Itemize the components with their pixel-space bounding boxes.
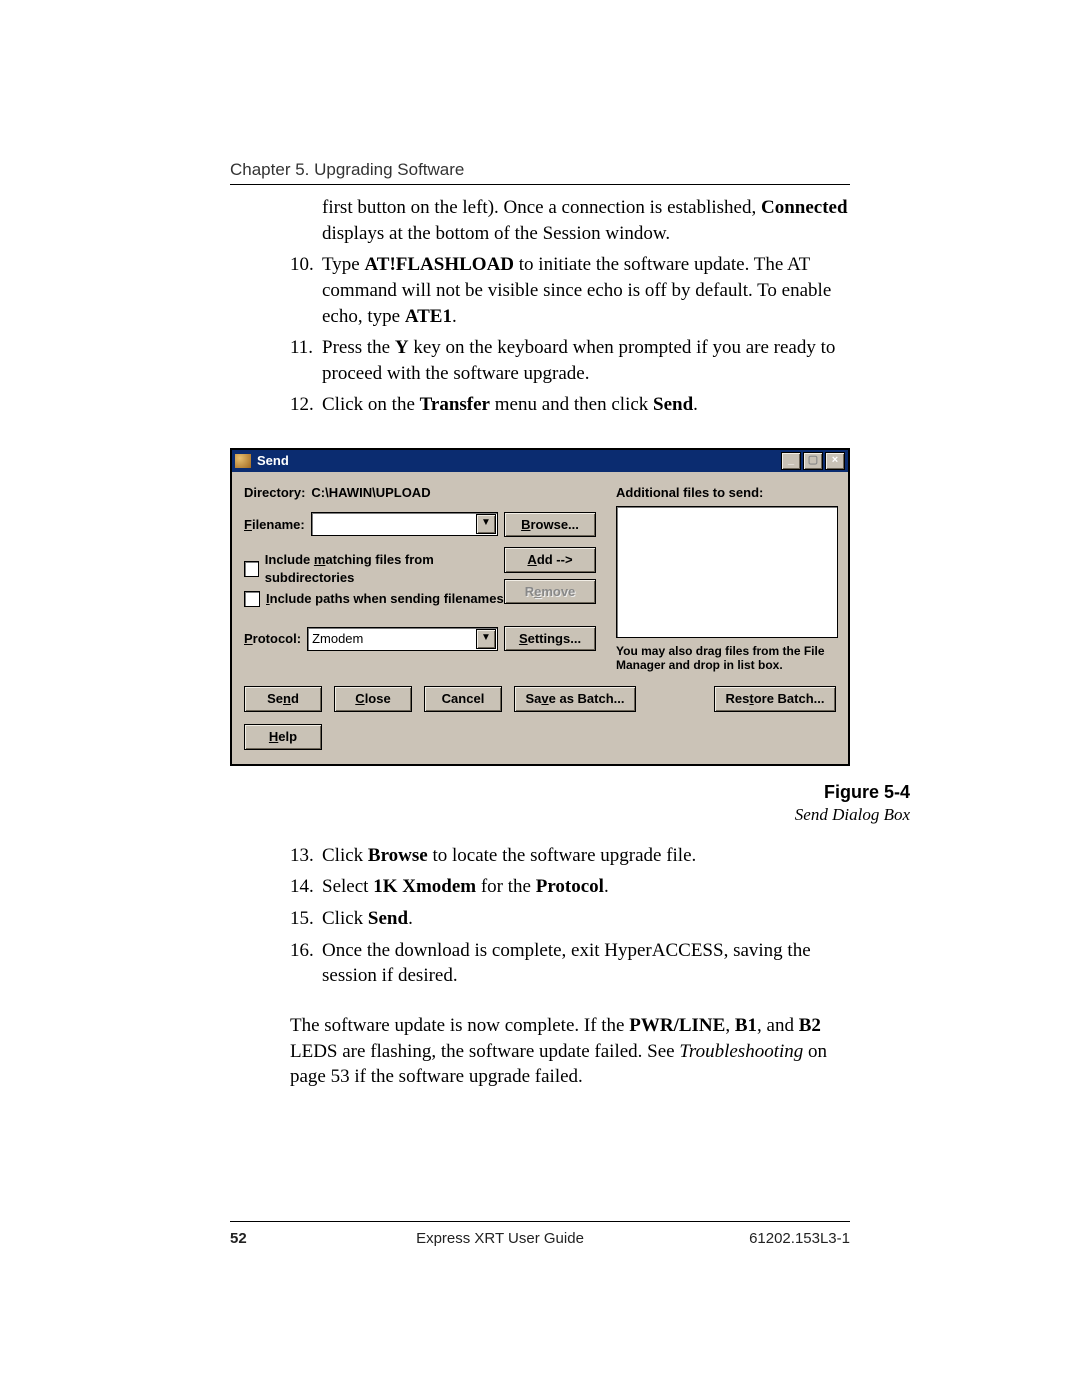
titlebar[interactable]: Send _ ▢ × [232, 450, 848, 472]
close-button[interactable]: Close [334, 686, 412, 712]
browse-button[interactable]: Browse... [504, 512, 596, 538]
minimize-icon[interactable]: _ [781, 452, 801, 470]
step-number: 11. [290, 335, 322, 386]
step-text: Click on the Transfer menu and then clic… [322, 392, 850, 418]
t: . [604, 876, 609, 897]
t: , [725, 1015, 735, 1036]
protocol-select[interactable]: Zmodem ▼ [307, 627, 498, 651]
t: Transfer [420, 394, 490, 415]
t: Send [653, 394, 693, 415]
step-text: Type AT!FLASHLOAD to initiate the softwa… [322, 252, 850, 329]
t: for the [476, 876, 536, 897]
t: AT!FLASHLOAD [364, 254, 514, 275]
text: displays at the bottom of the Session wi… [322, 223, 670, 244]
include-subdirs-label: Include matching files from subdirectori… [265, 551, 504, 586]
step-14: 14. Select 1K Xmodem for the Protocol. [290, 874, 850, 900]
step-12: 12. Click on the Transfer menu and then … [290, 392, 850, 418]
t: Protocol [536, 876, 604, 897]
remove-button: Remove [504, 579, 596, 605]
t: Once the download is complete, exit Hype… [322, 940, 811, 987]
step-number: 12. [290, 392, 322, 418]
send-button[interactable]: Send [244, 686, 322, 712]
t: B1 [735, 1015, 757, 1036]
cancel-button[interactable]: Cancel [424, 686, 502, 712]
t: menu and then click [490, 394, 653, 415]
step-text: Once the download is complete, exit Hype… [322, 938, 850, 989]
protocol-value: Zmodem [312, 630, 363, 648]
app-icon [235, 454, 251, 468]
t: Troubleshooting [679, 1041, 803, 1062]
include-subdirs-checkbox[interactable] [244, 561, 259, 577]
step-number: 14. [290, 874, 322, 900]
t: . [452, 306, 457, 327]
intro-fragment: first button on the left). Once a connec… [322, 195, 850, 246]
include-paths-label: Include paths when sending filenames [266, 590, 504, 608]
directory-label: Directory: [244, 484, 305, 502]
t: PWR/LINE [629, 1015, 725, 1036]
save-batch-button[interactable]: Save as Batch... [514, 686, 636, 712]
maximize-icon: ▢ [803, 452, 823, 470]
step-number: 13. [290, 843, 322, 869]
footer-doc-id: 61202.153L3-1 [710, 1230, 850, 1247]
include-paths-checkbox[interactable] [244, 591, 260, 607]
t: Click [322, 908, 368, 929]
step-text: Click Browse to locate the software upgr… [322, 843, 850, 869]
step-number: 10. [290, 252, 322, 329]
dialog-title: Send [257, 452, 289, 470]
t: , and [757, 1015, 799, 1036]
chevron-down-icon[interactable]: ▼ [476, 629, 496, 649]
t: . [693, 394, 698, 415]
additional-files-label: Additional files to send: [616, 484, 836, 502]
step-text: Press the Y key on the keyboard when pro… [322, 335, 850, 386]
text-bold: Connected [761, 197, 848, 218]
step-10: 10. Type AT!FLASHLOAD to initiate the so… [290, 252, 850, 329]
filename-input[interactable]: ▼ [311, 512, 498, 536]
figure-subtitle: Send Dialog Box [290, 804, 910, 827]
chevron-down-icon[interactable]: ▼ [476, 514, 496, 534]
step-number: 15. [290, 906, 322, 932]
t: 1K Xmodem [373, 876, 476, 897]
header-divider [230, 184, 850, 185]
chapter-header: Chapter 5. Upgrading Software [230, 160, 850, 180]
t: Y [395, 337, 409, 358]
t: Select [322, 876, 373, 897]
step-11: 11. Press the Y key on the keyboard when… [290, 335, 850, 386]
page-number: 52 [230, 1230, 290, 1247]
help-button[interactable]: Help [244, 724, 322, 750]
step-text: Click Send. [322, 906, 850, 932]
t: LEDS are flashing, the software update f… [290, 1041, 679, 1062]
t: Type [322, 254, 364, 275]
step-15: 15. Click Send. [290, 906, 850, 932]
filename-label: Filename: [244, 516, 305, 534]
t: Browse [368, 845, 428, 866]
directory-value: C:\HAWIN\UPLOAD [311, 484, 430, 502]
footer-guide-title: Express XRT User Guide [290, 1230, 710, 1247]
additional-files-listbox[interactable] [616, 506, 838, 638]
settings-button[interactable]: Settings... [504, 626, 596, 652]
close-icon[interactable]: × [825, 452, 845, 470]
t: B2 [799, 1015, 821, 1036]
t: Click on the [322, 394, 420, 415]
t: Click [322, 845, 368, 866]
protocol-label: Protocol: [244, 630, 301, 648]
text: first button on the left). Once a connec… [322, 197, 761, 218]
t: Send [368, 908, 408, 929]
footer-divider [230, 1221, 850, 1222]
send-dialog: Send _ ▢ × Directory: C:\HAWIN\UPLOAD [230, 448, 850, 765]
step-text: Select 1K Xmodem for the Protocol. [322, 874, 850, 900]
t: to locate the software upgrade file. [428, 845, 697, 866]
step-number: 16. [290, 938, 322, 989]
t: Press the [322, 337, 395, 358]
t: . [408, 908, 413, 929]
add-button[interactable]: Add --> [504, 547, 596, 573]
t: The software update is now complete. If … [290, 1015, 629, 1036]
step-13: 13. Click Browse to locate the software … [290, 843, 850, 869]
restore-batch-button[interactable]: Restore Batch... [714, 686, 836, 712]
figure-title: Figure 5-4 [290, 780, 910, 804]
closing-paragraph: The software update is now complete. If … [290, 1013, 850, 1090]
drag-hint: You may also drag files from the File Ma… [616, 644, 836, 673]
step-16: 16. Once the download is complete, exit … [290, 938, 850, 989]
t: ATE1 [405, 306, 452, 327]
